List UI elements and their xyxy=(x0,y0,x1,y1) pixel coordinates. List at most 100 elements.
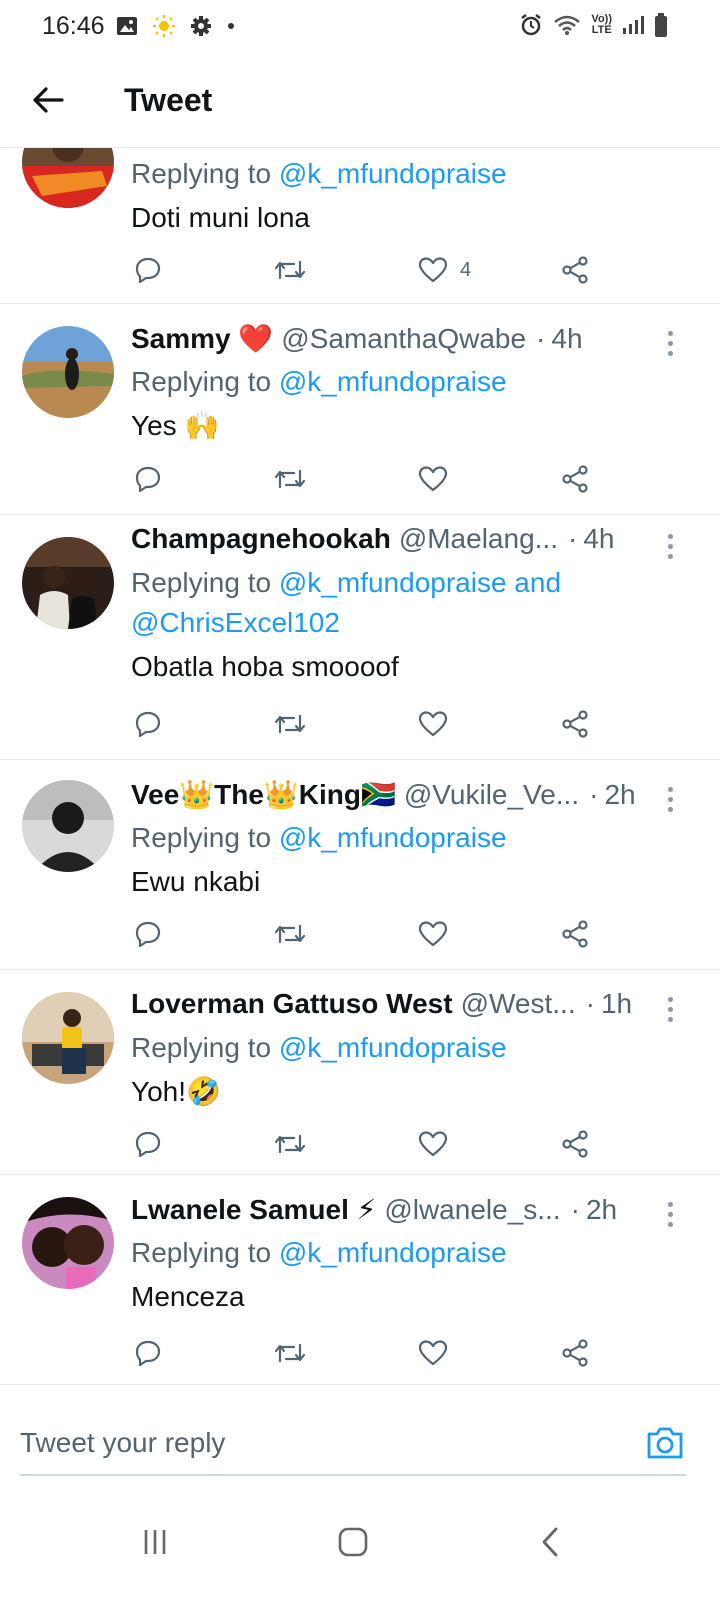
reply-button[interactable] xyxy=(134,1333,162,1373)
reply-button[interactable] xyxy=(134,459,162,499)
mention-link[interactable]: @k_mfundopraise xyxy=(279,822,507,853)
reply-tweet[interactable]: Vee👑The👑King🇿🇦 @Vukile_Ve... · 2h Replyi… xyxy=(0,760,720,970)
retweet-icon xyxy=(274,714,306,734)
reply-tweet[interactable]: Champagnehookah @Maelang... · 4h Replyin… xyxy=(0,515,720,760)
more-options-button[interactable] xyxy=(660,784,680,814)
replying-label: Replying to xyxy=(131,822,272,853)
more-options-button[interactable] xyxy=(660,1199,680,1229)
more-options-button[interactable] xyxy=(660,531,680,561)
tweet-header: Sammy ❤️ @SamanthaQwabe · 4h xyxy=(131,322,583,355)
share-button[interactable] xyxy=(560,1124,590,1164)
back-button[interactable] xyxy=(28,80,68,120)
display-name[interactable]: Champagnehookah xyxy=(131,523,391,555)
retweet-button[interactable] xyxy=(274,250,306,290)
like-button[interactable] xyxy=(418,1124,448,1164)
gear-icon xyxy=(191,16,211,36)
tweet-time[interactable]: 4h xyxy=(551,323,582,355)
reply-button[interactable] xyxy=(134,914,162,954)
reply-tweet[interactable]: Lwanele Samuel ⚡ @lwanele_s... · 2h Repl… xyxy=(0,1175,720,1385)
mention-link[interactable]: @k_mfundopraise xyxy=(279,158,507,189)
tweet-text: Doti muni lona xyxy=(131,202,310,233)
tweet-header: Champagnehookah @Maelang... · 4h xyxy=(131,523,615,555)
retweet-button[interactable] xyxy=(274,1333,306,1373)
share-button[interactable] xyxy=(560,459,590,499)
home-icon xyxy=(338,1527,368,1557)
share-button[interactable] xyxy=(560,704,590,744)
replying-to: Replying to @k_mfundopraise xyxy=(131,154,670,194)
avatar[interactable] xyxy=(22,1197,114,1289)
share-icon xyxy=(562,1339,588,1367)
app-header: Tweet xyxy=(0,56,720,148)
avatar[interactable] xyxy=(22,537,114,629)
tweet-text: Ewu nkabi xyxy=(131,866,261,897)
tweet-time[interactable]: 2h xyxy=(586,1194,617,1226)
like-button[interactable]: 4 xyxy=(418,250,471,290)
user-handle[interactable]: @SamanthaQwabe xyxy=(281,323,526,355)
like-button[interactable] xyxy=(418,914,448,954)
mention-link[interactable]: @k_mfundopraise xyxy=(279,1032,507,1063)
user-handle[interactable]: @Vukile_Ve... xyxy=(404,779,579,811)
status-bar: 16:46 Vo)) LTE xyxy=(0,0,720,56)
status-left-icons xyxy=(116,14,236,38)
retweet-button[interactable] xyxy=(274,1124,306,1164)
reply-input[interactable] xyxy=(20,1418,580,1468)
replying-label: Replying to xyxy=(131,1032,272,1063)
tweet-actions xyxy=(130,704,600,744)
retweet-button[interactable] xyxy=(274,704,306,744)
battery-icon xyxy=(655,13,667,37)
tweet-time[interactable]: 4h xyxy=(583,523,614,555)
display-name[interactable]: Vee👑The👑King🇿🇦 xyxy=(131,778,396,811)
retweet-button[interactable] xyxy=(274,459,306,499)
replies-feed[interactable]: Replying to @k_mfundopraise Doti muni lo… xyxy=(0,148,720,1400)
mention-link[interactable]: @k_mfundopraise xyxy=(279,1237,507,1268)
dot-icon xyxy=(228,23,234,29)
tweet-time[interactable]: 1h xyxy=(601,988,632,1020)
page-title: Tweet xyxy=(124,82,213,118)
heart-icon xyxy=(418,257,448,283)
share-button[interactable] xyxy=(560,914,590,954)
reply-tweet[interactable]: Loverman Gattuso West @West... · 1h Repl… xyxy=(0,970,720,1175)
avatar[interactable] xyxy=(22,148,114,208)
reply-tweet[interactable]: Sammy ❤️ @SamanthaQwabe · 4h Replying to… xyxy=(0,304,720,515)
reply-underline xyxy=(20,1474,686,1476)
reply-button[interactable] xyxy=(134,250,162,290)
like-button[interactable] xyxy=(418,704,448,744)
like-button[interactable] xyxy=(418,1333,448,1373)
camera-button[interactable] xyxy=(644,1422,686,1464)
retweet-icon xyxy=(274,924,306,944)
status-time: 16:46 xyxy=(42,12,105,40)
signal-icon xyxy=(623,16,644,34)
home-button[interactable] xyxy=(323,1512,383,1572)
back-icon xyxy=(542,1527,558,1557)
share-button[interactable] xyxy=(560,1333,590,1373)
alarm-icon xyxy=(521,14,542,36)
display-name[interactable]: Sammy ❤️ xyxy=(131,322,273,355)
tweet-time[interactable]: 2h xyxy=(604,779,635,811)
avatar[interactable] xyxy=(22,992,114,1084)
reply-tweet[interactable]: Replying to @k_mfundopraise Doti muni lo… xyxy=(0,148,720,304)
reply-button[interactable] xyxy=(134,1124,162,1164)
share-icon xyxy=(562,920,588,948)
heart-icon xyxy=(418,466,448,492)
avatar[interactable] xyxy=(22,326,114,418)
more-options-button[interactable] xyxy=(660,328,680,358)
tweet-actions xyxy=(130,1333,600,1373)
share-button[interactable] xyxy=(560,250,590,290)
replying-label: Replying to xyxy=(131,1237,272,1268)
display-name[interactable]: Lwanele Samuel ⚡ xyxy=(131,1193,376,1226)
retweet-icon xyxy=(274,1134,306,1154)
like-button[interactable] xyxy=(418,459,448,499)
user-handle[interactable]: @West... xyxy=(461,988,576,1020)
avatar[interactable] xyxy=(22,780,114,872)
reply-button[interactable] xyxy=(134,704,162,744)
retweet-button[interactable] xyxy=(274,914,306,954)
replying-to: Replying to @k_mfundopraise xyxy=(131,818,670,858)
mention-link[interactable]: @k_mfundopraise xyxy=(279,366,507,397)
display-name[interactable]: Loverman Gattuso West xyxy=(131,988,453,1020)
user-handle[interactable]: @Maelang... xyxy=(399,523,558,555)
more-options-button[interactable] xyxy=(660,994,680,1024)
reply-composer xyxy=(0,1400,720,1480)
user-handle[interactable]: @lwanele_s... xyxy=(384,1194,560,1226)
recents-button[interactable] xyxy=(125,1512,185,1572)
nav-back-button[interactable] xyxy=(520,1512,580,1572)
